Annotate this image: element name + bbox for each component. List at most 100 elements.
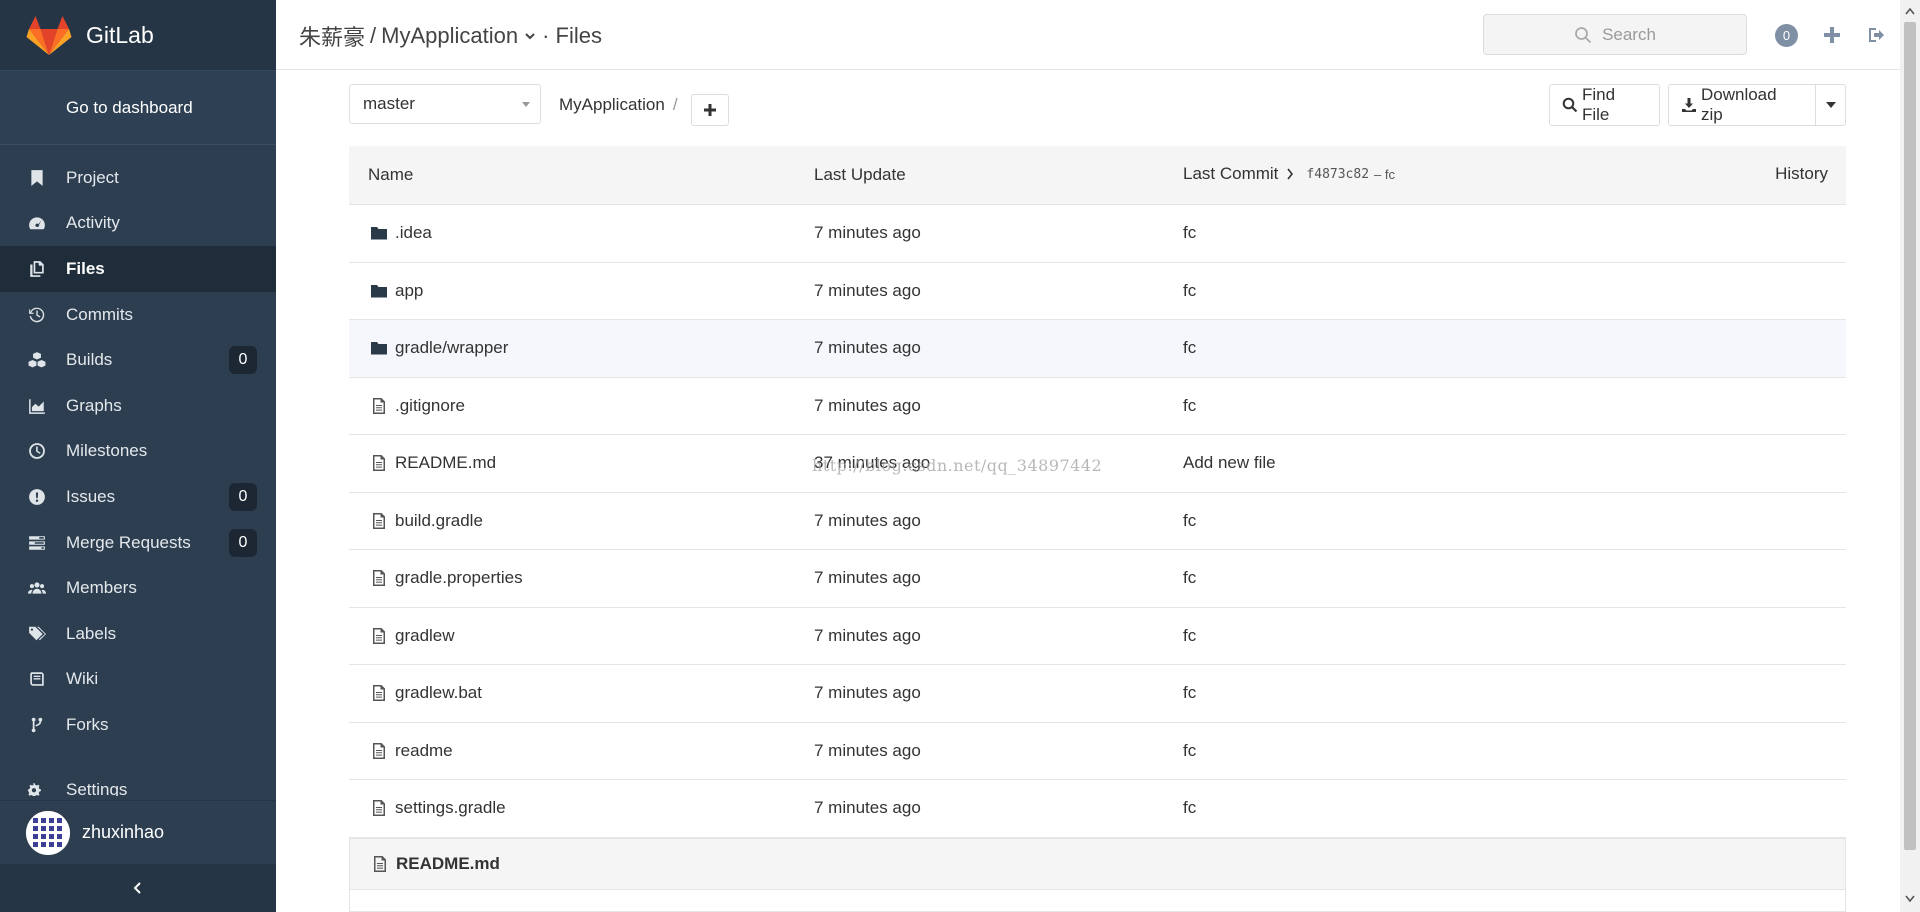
table-row[interactable]: build.gradle 7 minutes ago fc	[349, 493, 1846, 550]
sidebar: GitLab Go to dashboard Project Activity …	[0, 0, 276, 912]
sidebar-item-label: Project	[66, 167, 119, 187]
sidebar-item-settings[interactable]: Settings	[0, 768, 276, 796]
breadcrumb-root[interactable]: MyApplication	[559, 95, 665, 114]
last-commit-message[interactable]: fc	[1183, 568, 1196, 588]
file-name-link[interactable]: gradle.properties	[370, 568, 523, 588]
table-row[interactable]: app 7 minutes ago fc	[349, 263, 1846, 320]
download-icon	[1681, 98, 1696, 112]
table-row[interactable]: gradle/wrapper 7 minutes ago fc	[349, 320, 1846, 378]
file-text-icon	[374, 856, 386, 872]
page-title: 朱薪豪 / MyApplication · Files	[299, 20, 602, 52]
sidebar-item-issues[interactable]: Issues 0	[0, 474, 276, 520]
sidebar-item-label: Wiki	[66, 669, 99, 689]
table-row[interactable]: gradlew.bat 7 minutes ago fc	[349, 665, 1846, 723]
caret-down-icon	[1825, 102, 1836, 108]
project-link[interactable]: MyApplication	[381, 23, 518, 49]
last-commit-message[interactable]: fc	[1183, 683, 1196, 703]
search-icon	[1562, 97, 1578, 113]
file-text-icon	[370, 627, 395, 645]
go-to-dashboard-link[interactable]: Go to dashboard	[0, 70, 276, 145]
download-zip-button[interactable]: Download zip	[1668, 84, 1816, 126]
file-name: readme	[395, 740, 453, 760]
table-row[interactable]: gradlew 7 minutes ago fc	[349, 608, 1846, 665]
last-commit-message[interactable]: fc	[1183, 223, 1196, 243]
sidebar-item-merge-requests[interactable]: Merge Requests 0	[0, 520, 276, 566]
last-commit-message[interactable]: fc	[1183, 798, 1196, 818]
sidebar-item-graphs[interactable]: Graphs	[0, 383, 276, 429]
download-options-dropdown[interactable]	[1815, 84, 1846, 126]
last-commit-message[interactable]: Add new file	[1183, 453, 1276, 473]
last-commit-message[interactable]: fc	[1183, 511, 1196, 531]
file-name: gradlew	[395, 625, 455, 645]
file-name-link[interactable]: README.md	[370, 453, 496, 473]
file-name-link[interactable]: .idea	[370, 223, 432, 243]
download-zip-label: Download zip	[1700, 85, 1777, 124]
file-name-link[interactable]: .gitignore	[370, 396, 465, 416]
chevron-down-icon[interactable]	[524, 30, 536, 42]
bookmark-icon	[26, 167, 48, 189]
file-name-link[interactable]: gradlew	[370, 626, 455, 646]
sidebar-item-members[interactable]: Members	[0, 565, 276, 611]
table-row[interactable]: .gitignore 7 minutes ago fc	[349, 378, 1846, 435]
last-commit-message[interactable]: fc	[1183, 741, 1196, 761]
sidebar-item-label: Issues	[66, 486, 116, 506]
user-profile[interactable]: zhuxinhao	[0, 800, 276, 864]
sidebar-item-files[interactable]: Files	[0, 246, 276, 292]
sidebar-item-label: Milestones	[66, 441, 148, 461]
last-commit-message[interactable]: fc	[1183, 338, 1196, 358]
branch-select[interactable]: master	[349, 84, 541, 124]
users-icon	[26, 577, 48, 599]
file-text-icon	[370, 454, 395, 472]
table-row[interactable]: README.md 37 minutes ago Add new file	[349, 435, 1846, 493]
table-row[interactable]: .idea 7 minutes ago fc	[349, 205, 1846, 263]
sidebar-item-label: Commits	[66, 304, 134, 324]
history-icon	[26, 304, 48, 326]
table-row[interactable]: settings.gradle 7 minutes ago fc	[349, 780, 1846, 838]
file-name-link[interactable]: settings.gradle	[370, 798, 506, 818]
header-last-update: Last Update	[814, 165, 906, 184]
breadcrumb-separator: /	[672, 95, 678, 114]
plus-icon[interactable]	[1821, 24, 1843, 46]
sidebar-item-labels[interactable]: Labels	[0, 611, 276, 657]
file-name-link[interactable]: gradle/wrapper	[370, 338, 508, 358]
add-file-button[interactable]	[691, 94, 729, 126]
sidebar-item-project[interactable]: Project	[0, 155, 276, 201]
scrollbar-thumb[interactable]	[1904, 22, 1916, 850]
file-name-link[interactable]: app	[370, 281, 423, 301]
file-name-link[interactable]: build.gradle	[370, 511, 483, 531]
sidebar-item-label: Activity	[66, 213, 120, 233]
todos-count-badge[interactable]: 0	[1775, 24, 1798, 47]
last-commit-sha[interactable]: f4873c82	[1306, 167, 1369, 182]
brand[interactable]: GitLab	[0, 0, 276, 70]
page-scrollbar[interactable]	[1900, 0, 1920, 912]
last-update-time: 7 minutes ago	[814, 338, 921, 357]
sidebar-item-builds[interactable]: Builds 0	[0, 337, 276, 383]
search-icon	[1575, 26, 1592, 43]
last-commit-message[interactable]: fc	[1183, 281, 1196, 301]
sidebar-item-activity[interactable]: Activity	[0, 201, 276, 247]
sidebar-item-label: Graphs	[66, 395, 122, 415]
collapse-sidebar-button[interactable]	[0, 864, 276, 912]
history-link[interactable]: History	[1775, 164, 1828, 184]
table-row[interactable]: readme 7 minutes ago fc	[349, 723, 1846, 780]
tasks-icon	[26, 532, 48, 554]
search-input[interactable]: Search	[1483, 14, 1747, 55]
sidebar-item-wiki[interactable]: Wiki	[0, 657, 276, 703]
scroll-up-arrow-icon[interactable]	[1904, 4, 1916, 18]
scroll-down-arrow-icon[interactable]	[1904, 892, 1916, 906]
sidebar-item-commits[interactable]: Commits	[0, 292, 276, 338]
avatar	[26, 810, 70, 855]
file-name-link[interactable]: gradlew.bat	[370, 683, 482, 703]
sign-out-icon[interactable]	[1866, 24, 1888, 46]
book-icon	[26, 668, 48, 690]
sidebar-item-forks[interactable]: Forks	[0, 702, 276, 748]
last-update-time: 7 minutes ago	[814, 510, 921, 530]
last-commit-message[interactable]: fc	[1183, 626, 1196, 646]
table-row[interactable]: gradle.properties 7 minutes ago fc	[349, 550, 1846, 608]
file-name-link[interactable]: readme	[370, 741, 453, 761]
last-commit-message[interactable]: fc	[1183, 396, 1196, 416]
readme-header: README.md	[349, 838, 1846, 890]
sidebar-item-milestones[interactable]: Milestones	[0, 429, 276, 475]
owner-link[interactable]: 朱薪豪	[299, 20, 365, 52]
find-file-button[interactable]: Find File	[1549, 84, 1660, 126]
